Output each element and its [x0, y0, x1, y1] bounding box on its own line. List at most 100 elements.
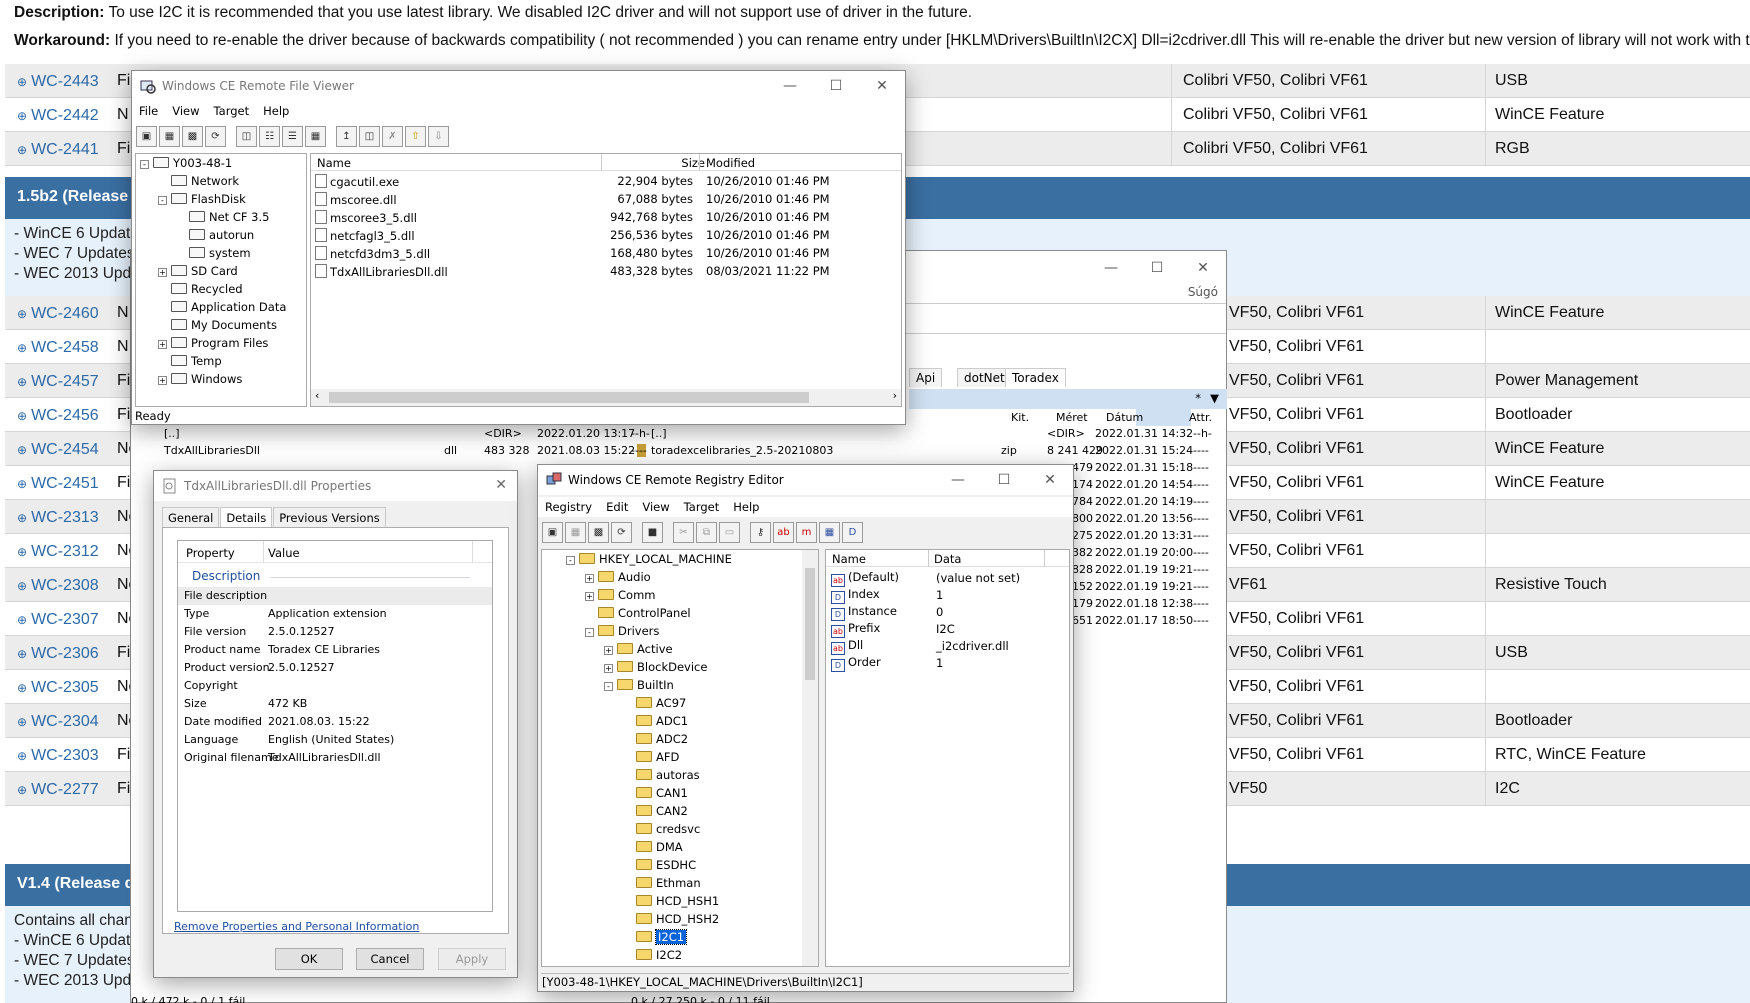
save-icon[interactable]: ■ — [642, 521, 663, 543]
tree-folder-network[interactable]: Network — [158, 174, 239, 188]
issue-link[interactable]: ⊕ WC-2303 — [17, 747, 99, 765]
column-header[interactable]: Kit. — [1011, 411, 1029, 424]
registry-key[interactable]: I2C2 — [623, 948, 682, 966]
registry-key[interactable]: ADC2 — [623, 732, 688, 750]
data-column-header[interactable]: Data — [934, 552, 961, 566]
issue-link[interactable]: ⊕ WC-2306 — [17, 645, 99, 663]
expand-icon[interactable]: ⊕ — [17, 75, 27, 89]
registry-key[interactable]: - HKEY_LOCAL_MACHINE — [566, 552, 732, 570]
tree-folder-recycled[interactable]: Recycled — [158, 282, 243, 296]
file-name[interactable]: [..] — [651, 427, 667, 440]
property-row[interactable]: File description — [178, 587, 492, 605]
registry-key[interactable]: HCD_HSH1 — [623, 894, 719, 912]
registry-key[interactable]: CAN2 — [623, 804, 688, 822]
close-icon[interactable]: ✕ — [1027, 465, 1073, 495]
expand-icon[interactable]: ⊕ — [17, 341, 27, 355]
expand-icon[interactable]: ⊕ — [17, 477, 27, 491]
registry-key[interactable]: I2C1 — [623, 929, 688, 948]
registry-key[interactable]: HCD_HSH2 — [623, 912, 719, 930]
connect-icon[interactable]: ▣ — [542, 521, 563, 543]
issue-link[interactable]: ⊕ WC-2308 — [17, 577, 99, 595]
expand-icon[interactable]: + — [604, 646, 613, 655]
issue-link[interactable]: ⊕ WC-2313 — [17, 509, 99, 527]
registry-key[interactable]: - BuiltIn — [604, 678, 674, 696]
expand-icon[interactable]: + — [604, 664, 613, 673]
registry-value-row[interactable]: D Instance 0 — [829, 603, 1069, 621]
file-row[interactable]: netcfd3dm3_5.dll 168,480 bytes 10/26/2010 … — [311, 244, 901, 262]
minimize-icon[interactable]: — — [1088, 253, 1134, 283]
path-bar[interactable]: * ▼ — [909, 389, 1227, 409]
title-bar[interactable]: Windows CE Remote File Viewer — ☐ ✕ — [132, 71, 905, 101]
issue-link[interactable]: ⊕ WC-2442 — [17, 107, 99, 125]
issue-id[interactable]: WC-2313 — [31, 509, 99, 526]
issue-id[interactable]: WC-2454 — [31, 441, 99, 458]
issue-id[interactable]: WC-2306 — [31, 645, 99, 662]
tab-general[interactable]: General — [162, 507, 220, 527]
title-bar[interactable]: TdxAllLibrariesDll.dll Properties ✕ — [154, 471, 517, 501]
issue-link[interactable]: ⊕ WC-2454 — [17, 441, 99, 459]
menu-target[interactable]: Target — [677, 497, 727, 517]
property-row[interactable]: Product version 2.5.0.12527 — [178, 659, 492, 677]
maximize-icon[interactable]: ☐ — [981, 465, 1027, 495]
device-icon[interactable]: ▩ — [182, 125, 203, 147]
registry-key[interactable]: + Comm — [585, 588, 655, 606]
property-row[interactable]: File version 2.5.0.12527 — [178, 623, 492, 641]
tree-folder-my-documents[interactable]: My Documents — [158, 318, 277, 332]
issue-link[interactable]: ⊕ WC-2441 — [17, 141, 99, 159]
expand-icon[interactable]: ⊕ — [17, 307, 27, 321]
menu-file[interactable]: File — [132, 101, 165, 121]
file-name[interactable]: toradexcelibraries_2.5-20210803 — [651, 444, 833, 457]
scroll-left-icon[interactable]: ‹ — [315, 389, 319, 402]
issue-id[interactable]: WC-2304 — [31, 713, 99, 730]
expand-icon[interactable]: ⊕ — [17, 647, 27, 661]
close-icon[interactable]: ✕ — [859, 71, 905, 101]
tree-folder-temp[interactable]: Temp — [158, 354, 222, 368]
column-header[interactable]: Name — [317, 156, 351, 170]
expand-icon[interactable]: + — [585, 574, 594, 583]
registry-key[interactable]: ControlPanel — [585, 606, 691, 624]
new-key-icon[interactable]: ⚷ — [750, 521, 771, 543]
registry-key[interactable]: ADC1 — [623, 714, 688, 732]
expand-icon[interactable]: ⊕ — [17, 579, 27, 593]
expand-icon[interactable]: ⊕ — [17, 443, 27, 457]
expand-icon[interactable]: ⊕ — [17, 783, 27, 797]
expand-icon[interactable]: - — [585, 628, 594, 637]
file-row[interactable]: cgacutil.exe 22,904 bytes 10/26/2010 01:46… — [311, 172, 901, 190]
registry-value-row[interactable]: ab Dll _i2cdriver.dll — [829, 637, 1069, 655]
value-column-header[interactable]: Value — [268, 546, 300, 560]
property-row[interactable]: Product name Toradex CE Libraries — [178, 641, 492, 659]
tree-folder-program-files[interactable]: + Program Files — [158, 336, 268, 350]
column-header[interactable]: Méret — [1056, 411, 1088, 424]
refresh-icon[interactable]: ⟳ — [611, 521, 632, 543]
registry-value-row[interactable]: D Index 1 — [829, 586, 1069, 604]
registry-key[interactable]: - Drivers — [585, 624, 659, 642]
menu-edit[interactable]: Edit — [599, 497, 635, 517]
expand-icon[interactable]: ⊕ — [17, 681, 27, 695]
issue-id[interactable]: WC-2456 — [31, 407, 99, 424]
name-column-header[interactable]: Name — [832, 552, 866, 566]
issue-id[interactable]: WC-2303 — [31, 747, 99, 764]
issue-link[interactable]: ⊕ WC-2304 — [17, 713, 99, 731]
maximize-icon[interactable]: ☐ — [1134, 253, 1180, 283]
issue-link[interactable]: ⊕ WC-2277 — [17, 781, 99, 799]
dropdown-icon[interactable]: ▼ — [1210, 391, 1219, 405]
issue-id[interactable]: WC-2277 — [31, 781, 99, 798]
issue-link[interactable]: ⊕ WC-2443 — [17, 73, 99, 91]
paste-icon[interactable]: ▭ — [719, 521, 740, 543]
device-node[interactable]: - Y003-48-1 — [140, 156, 232, 170]
expand-icon[interactable]: + — [158, 340, 167, 349]
refresh-icon[interactable]: ⟳ — [205, 125, 226, 147]
copy-icon[interactable]: ⧉ — [696, 521, 717, 543]
list-view-icon[interactable]: ☰ — [282, 125, 303, 147]
file-row[interactable]: mscoree.dll 67,088 bytes 10/26/2010 01:46 … — [311, 190, 901, 208]
issue-link[interactable]: ⊕ WC-2458 — [17, 339, 99, 357]
expand-icon[interactable]: ⊕ — [17, 613, 27, 627]
expand-icon[interactable]: + — [585, 592, 594, 601]
delete-icon[interactable]: ✗ — [382, 125, 403, 147]
registry-key[interactable]: DMA — [623, 840, 683, 858]
tree-folder-sd-card[interactable]: + SD Card — [158, 264, 238, 278]
registry-key[interactable]: Ethman — [623, 876, 701, 894]
column-header[interactable]: Attr. — [1189, 411, 1212, 424]
menu-registry[interactable]: Registry — [538, 497, 599, 517]
device-icon[interactable]: ▩ — [588, 521, 609, 543]
